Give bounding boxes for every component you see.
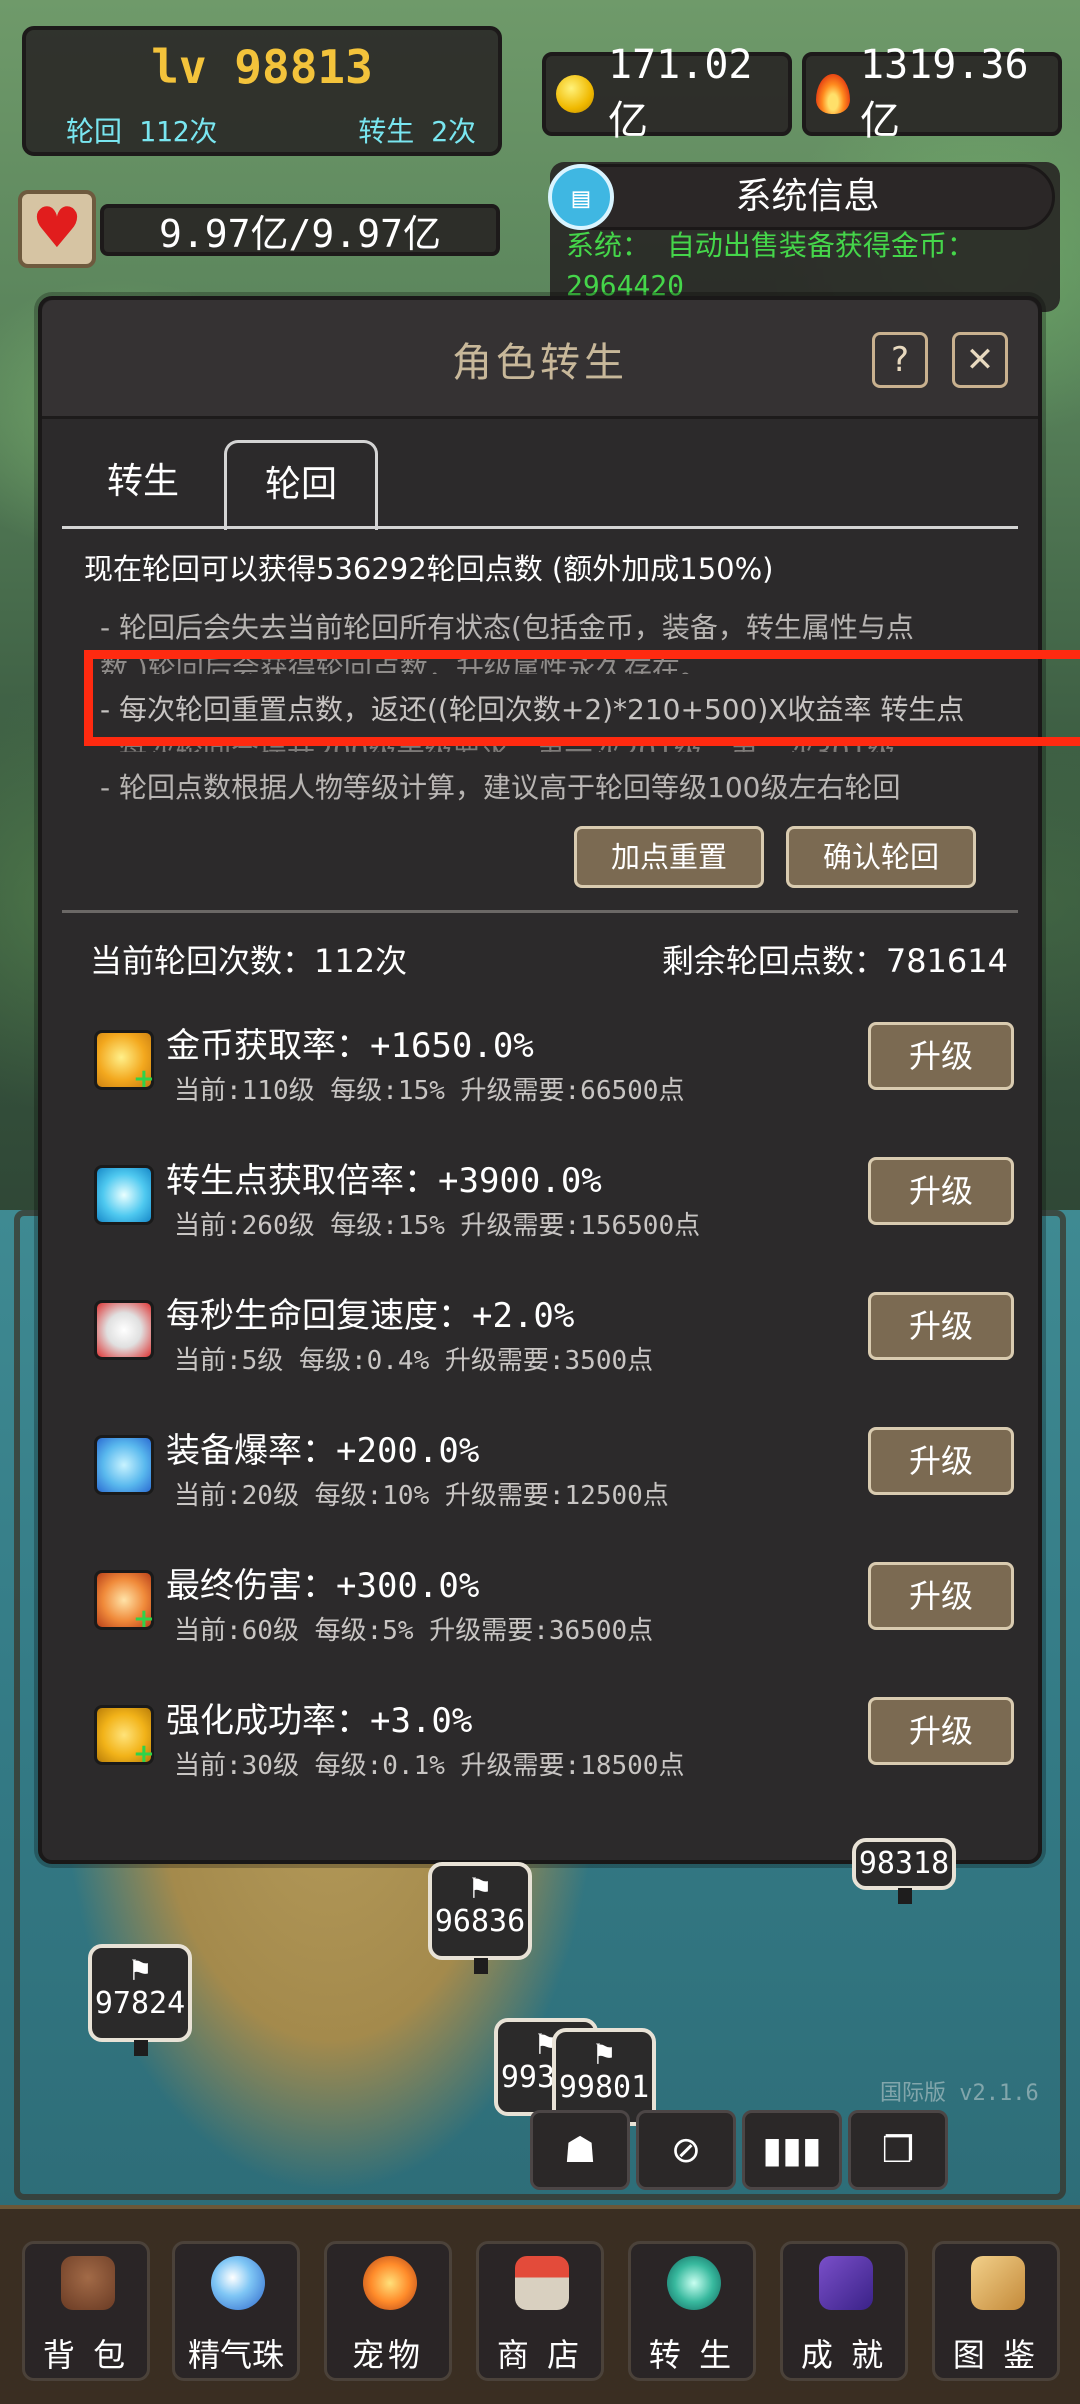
- nav-item-codex[interactable]: 图 鉴: [932, 2241, 1060, 2381]
- auto-fight-off-icon[interactable]: ⊘: [636, 2110, 736, 2190]
- power-counter: 1319.36亿: [802, 42, 1062, 144]
- gold-rate-icon: +: [94, 1030, 155, 1092]
- upgrade-button[interactable]: 升级: [868, 1697, 1014, 1765]
- upgrade-name: 强化成功率：+3.0%: [166, 1701, 473, 1741]
- gold-counter: 171.02亿: [542, 42, 792, 144]
- flag-icon: ⚑: [127, 1954, 153, 1987]
- system-info-title[interactable]: 系统信息: [560, 164, 1055, 230]
- section-divider: [62, 910, 1018, 913]
- upgrade-name: 装备爆率：+200.0%: [166, 1431, 480, 1471]
- upgrade-row: 转生点获取倍率：+3900.0% 当前:260级 每级:15% 升级需要:156…: [42, 1145, 1038, 1280]
- dialog-header: 角色转生 ? ✕: [42, 300, 1038, 419]
- player-level: lv 98813: [151, 40, 373, 94]
- upgrade-row: 装备爆率：+200.0% 当前:20级 每级:10% 升级需要:12500点 升…: [42, 1415, 1038, 1550]
- level-panel: lv 98813 轮回 112次 转生 2次: [22, 26, 502, 156]
- codex-scroll-icon: [971, 2256, 1025, 2310]
- system-info-icon[interactable]: ▤: [548, 164, 614, 230]
- nav-label: 转 生: [648, 2336, 736, 2374]
- upgrade-button[interactable]: 升级: [868, 1022, 1014, 1090]
- upgrade-name: 每秒生命回复速度：+2.0%: [166, 1296, 575, 1336]
- bottom-navigation: 背 包 精气珠 宠物 商 店 转 生 成 就 图 鉴: [0, 2205, 1080, 2404]
- stats-icon-button[interactable]: ▮▮▮: [742, 2110, 842, 2190]
- help-button[interactable]: ?: [872, 332, 928, 388]
- upgrade-name: 最终伤害：+300.0%: [166, 1566, 480, 1606]
- power-value: 1319.36亿: [860, 42, 1029, 144]
- nav-item-bag[interactable]: 背 包: [22, 2241, 150, 2381]
- upgrade-name: 转生点获取倍率：+3900.0%: [166, 1161, 602, 1201]
- heart-icon-box: ♥: [18, 190, 96, 268]
- nav-item-achievements[interactable]: 成 就: [780, 2241, 908, 2381]
- nav-label: 背 包: [42, 2336, 130, 2374]
- version-label: 国际版 v2.1.6: [880, 2081, 1039, 2106]
- upgrade-row: + 强化成功率：+3.0% 当前:30级 每级:0.1% 升级需要:18500点…: [42, 1685, 1038, 1820]
- rule-line: - 轮回后会失去当前轮回所有状态(包括金币，装备，转生属性与点: [100, 611, 914, 644]
- final-damage-icon: +: [94, 1570, 155, 1632]
- spirit-orb-icon: [211, 2256, 265, 2310]
- flag-icon: ⚑: [591, 2038, 617, 2071]
- rebirth-count: 转生 2次: [358, 115, 476, 148]
- upgrade-button[interactable]: 升级: [868, 1562, 1014, 1630]
- hp-bar: 9.97亿/9.97亿: [100, 204, 500, 256]
- cycle-count: 轮回 112次: [66, 115, 218, 148]
- nav-label: 精气珠: [187, 2336, 284, 2374]
- nav-item-spirit-orb[interactable]: 精气珠: [172, 2241, 300, 2381]
- upgrade-button[interactable]: 升级: [868, 1427, 1014, 1495]
- upgrade-row: + 金币获取率：+1650.0% 当前:110级 每级:15% 升级需要:665…: [42, 1010, 1038, 1145]
- tab-rebirth[interactable]: 转生: [66, 440, 220, 526]
- nav-label: 成 就: [800, 2336, 888, 2374]
- rebirth-dialog: 角色转生 ? ✕ 转生 轮回 现在轮回可以获得536292轮回点数 (额外加成1…: [38, 296, 1080, 1864]
- upgrade-detail: 当前:5级 每级:0.4% 升级需要:3500点: [174, 1346, 654, 1376]
- fire-icon: [816, 74, 850, 114]
- remaining-points: 剩余轮回点数：781614: [661, 942, 1008, 980]
- nav-item-rebirth[interactable]: 转 生: [628, 2241, 756, 2381]
- nav-item-pet[interactable]: 宠物: [324, 2241, 452, 2381]
- upgrade-list: + 金币获取率：+1650.0% 当前:110级 每级:15% 升级需要:665…: [42, 1010, 1038, 1820]
- nav-label: 商 店: [496, 2336, 584, 2374]
- drop-rate-icon: [94, 1435, 154, 1495]
- close-button[interactable]: ✕: [952, 332, 1008, 388]
- rebirth-point-icon: [94, 1165, 154, 1225]
- current-cycle-count: 当前轮回次数：112次: [90, 942, 408, 980]
- upgrade-button[interactable]: 升级: [868, 1292, 1014, 1360]
- shop-icon: [515, 2256, 569, 2310]
- map-stage-marker[interactable]: ⚑ 96836: [428, 1862, 532, 1974]
- coin-icon: [556, 75, 594, 113]
- tab-divider: [62, 526, 1018, 529]
- pet-icon: [363, 2256, 417, 2310]
- backpack-icon: [61, 2256, 115, 2310]
- life-regen-icon: [94, 1300, 154, 1360]
- achievement-book-icon: [819, 2256, 873, 2310]
- system-message: 系统： 自动出售装备获得金币：2964420: [566, 229, 975, 302]
- map-stage-marker[interactable]: ⚑ 97824: [88, 1944, 192, 2056]
- upgrade-button[interactable]: 升级: [868, 1157, 1014, 1225]
- upgrade-detail: 当前:20级 每级:10% 升级需要:12500点: [174, 1481, 669, 1511]
- rebirth-icon: [667, 2256, 721, 2310]
- nav-label: 宠物: [351, 2336, 424, 2374]
- upgrade-detail: 当前:260级 每级:15% 升级需要:156500点: [174, 1211, 701, 1241]
- hp-value: 9.97亿/9.97亿: [159, 211, 441, 256]
- reset-points-button[interactable]: 加点重置: [574, 826, 764, 888]
- points-summary: 现在轮回可以获得536292轮回点数 (额外加成150%): [84, 552, 774, 586]
- upgrade-name: 金币获取率：+1650.0%: [166, 1026, 534, 1066]
- heart-icon: ♥: [31, 196, 83, 261]
- map-stage-marker[interactable]: 98318: [852, 1838, 956, 1904]
- close-icon: ✕: [965, 340, 995, 380]
- confirm-reincarnation-button[interactable]: 确认轮回: [786, 826, 976, 888]
- upgrade-row: + 最终伤害：+300.0% 当前:60级 每级:5% 升级需要:36500点 …: [42, 1550, 1038, 1685]
- rule-line: - 轮回点数根据人物等级计算，建议高于轮回等级100级左右轮回: [100, 771, 901, 804]
- boss-icon-button[interactable]: ☗: [530, 2110, 630, 2190]
- highlight-annotation: [84, 650, 1080, 746]
- upgrade-row: 每秒生命回复速度：+2.0% 当前:5级 每级:0.4% 升级需要:3500点 …: [42, 1280, 1038, 1415]
- upgrade-detail: 当前:110级 每级:15% 升级需要:66500点: [174, 1076, 685, 1106]
- enhance-success-icon: +: [94, 1705, 155, 1767]
- upgrade-detail: 当前:30级 每级:0.1% 升级需要:18500点: [174, 1751, 685, 1781]
- codex-icon-button[interactable]: ❐: [848, 2110, 948, 2190]
- nav-label: 图 鉴: [952, 2336, 1040, 2374]
- gold-value: 171.02亿: [608, 42, 753, 144]
- upgrade-detail: 当前:60级 每级:5% 升级需要:36500点: [174, 1616, 654, 1646]
- tab-reincarnation[interactable]: 轮回: [224, 440, 378, 530]
- help-icon: ?: [890, 340, 910, 380]
- nav-item-shop[interactable]: 商 店: [476, 2241, 604, 2381]
- flag-icon: ⚑: [467, 1872, 493, 1905]
